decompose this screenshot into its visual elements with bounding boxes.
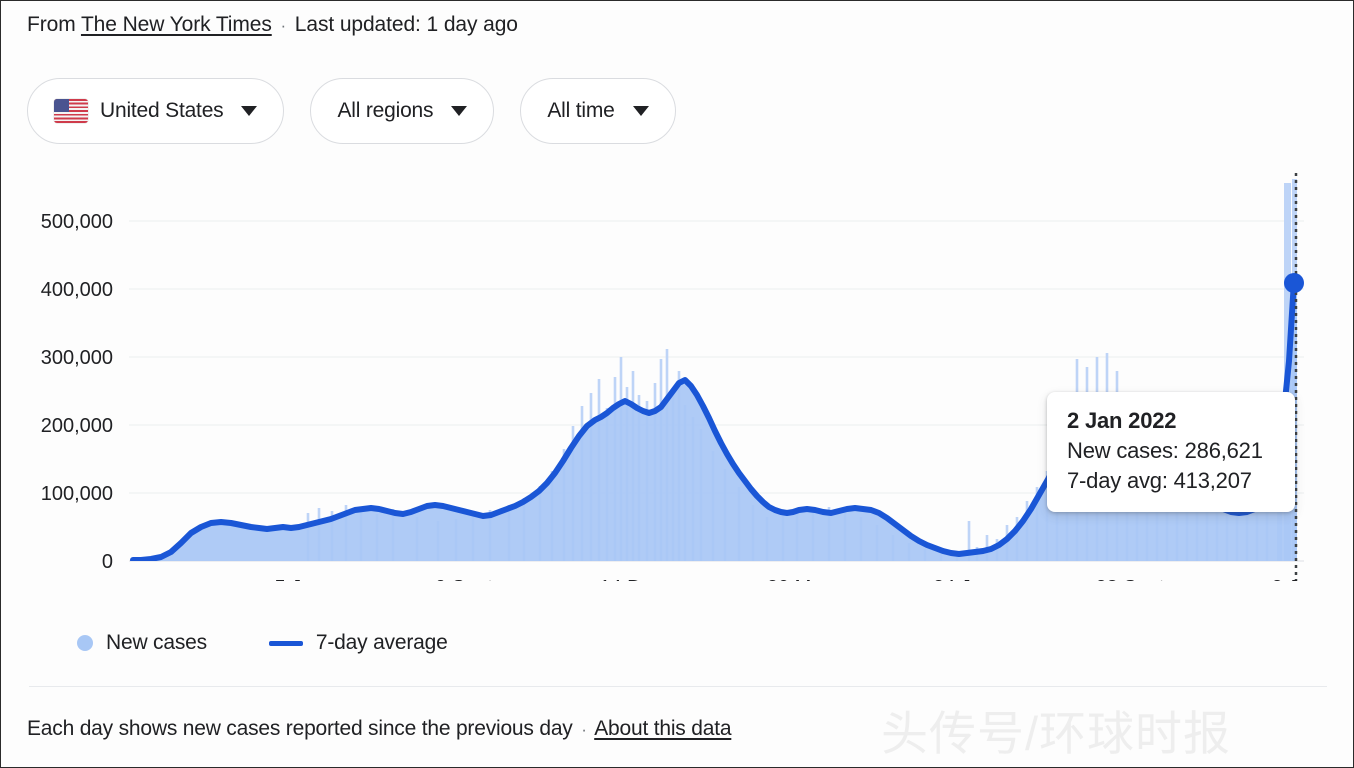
legend-item-seven-day-average[interactable]: 7-day average [268,631,448,655]
cases-chart-svg: 500,000 400,000 300,000 200,000 100,000 … [41,173,1321,581]
svg-text:0: 0 [102,551,113,573]
legend-label-seven-day-average: 7-day average [315,631,448,654]
svg-text:2 Jan: 2 Jan [1272,577,1321,581]
svg-text:200,000: 200,000 [41,415,113,437]
chevron-down-icon [632,106,649,116]
chevron-down-icon [451,106,468,116]
source-line: From The New York Times · Last updated: … [27,13,518,37]
timerange-filter-label: All time [547,99,615,122]
svg-text:24 Jun: 24 Jun [933,577,993,581]
last-updated-text: Last updated: 1 day ago [294,13,518,36]
tooltip-date: 2 Jan 2022 [1067,408,1177,433]
chevron-down-icon [241,106,258,116]
legend-item-new-cases[interactable]: New cases [77,631,207,655]
svg-text:100,000: 100,000 [41,483,113,505]
source-link[interactable]: The New York Times [81,13,272,36]
footer-note-text: Each day shows new cases reported since … [27,717,573,740]
legend-dot-icon [77,635,93,651]
svg-text:300,000: 300,000 [41,347,113,369]
region-filter-label: All regions [337,99,434,122]
tooltip-new-cases: New cases: 286,621 [1067,437,1263,463]
svg-text:9 Sept: 9 Sept [435,577,493,581]
about-this-data-link[interactable]: About this data [594,717,731,740]
footer-separator: · [581,720,587,739]
legend-label-new-cases: New cases [106,631,207,654]
country-filter-label: United States [100,99,224,122]
chart-x-axis-labels: 5 Jun 9 Sept 14 Dec 20 Mar 24 Jun 28 Sep… [275,577,1321,581]
chart-y-axis-labels: 500,000 400,000 300,000 200,000 100,000 … [41,211,113,573]
chart-tooltip: 2 Jan 2022 New cases: 286,621 7-day avg:… [1047,392,1295,512]
timerange-filter-pill[interactable]: All time [520,78,676,144]
header-separator: · [280,16,287,35]
covid-cases-panel: From The New York Times · Last updated: … [0,0,1354,768]
footer-note: Each day shows new cases reported since … [27,717,732,741]
svg-text:5 Jun: 5 Jun [275,577,324,581]
region-filter-pill[interactable]: All regions [310,78,495,144]
watermark: 头传号/环球时报 [881,707,1232,760]
svg-text:500,000: 500,000 [41,211,113,233]
cases-chart[interactable]: 500,000 400,000 300,000 200,000 100,000 … [1,161,1353,581]
source-prefix: From [27,13,76,36]
country-filter-pill[interactable]: United States [27,78,285,144]
svg-text:400,000: 400,000 [41,279,113,301]
chart-legend: New cases 7-day average [77,631,448,655]
legend-line-icon [268,640,303,646]
tooltip-seven-day-avg: 7-day avg: 413,207 [1067,467,1252,493]
svg-text:28 Sept: 28 Sept [1096,577,1165,581]
footer-divider [29,686,1327,687]
svg-text:20 Mar: 20 Mar [767,577,830,581]
filter-pill-row: United States All regions All time [27,78,676,144]
us-flag-icon [54,99,88,123]
svg-text:14 Dec: 14 Dec [599,577,662,581]
